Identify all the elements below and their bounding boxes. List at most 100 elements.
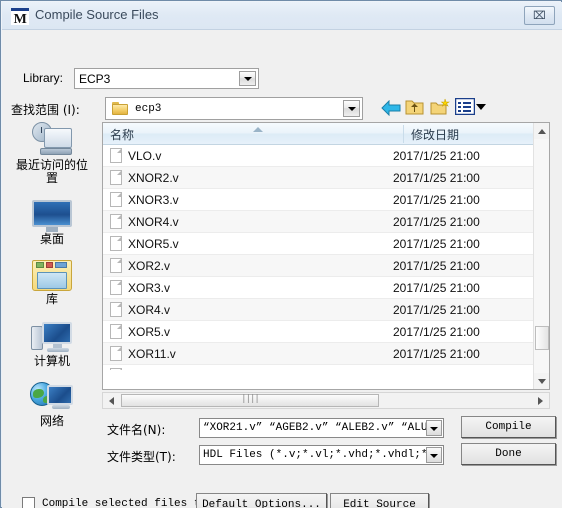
library-select[interactable]: ECP3 — [74, 68, 259, 89]
done-button[interactable]: Done — [461, 443, 556, 465]
file-row[interactable]: XOR5.v 2017/1/25 21:00 — [103, 321, 534, 343]
chevron-down-icon[interactable] — [343, 100, 360, 117]
file-icon — [110, 280, 122, 295]
file-icon — [110, 170, 122, 185]
file-row[interactable]: VLO.v 2017/1/25 21:00 — [103, 145, 534, 167]
file-name: XOR3.v — [128, 280, 171, 295]
file-name: XOR21.v — [128, 369, 393, 371]
file-name: XOR5.v — [128, 324, 171, 339]
file-icon — [110, 236, 122, 251]
file-name: XOR4.v — [128, 302, 171, 317]
default-options-button[interactable]: Default Options... — [196, 493, 327, 508]
file-list-horizontal-scrollbar[interactable] — [102, 392, 550, 409]
filename-input[interactable]: “XOR21.v” “AGEB2.v” “ALEB2.v” “ALU24A. — [199, 418, 444, 438]
file-row[interactable]: XOR3.v 2017/1/25 21:00 — [103, 277, 534, 299]
new-folder-icon[interactable] — [430, 98, 451, 116]
file-icon — [110, 302, 122, 317]
title-bar: M Compile Source Files ⌧ — [2, 2, 562, 30]
file-name: XOR11.v — [128, 346, 176, 361]
file-icon — [110, 346, 122, 361]
up-folder-icon[interactable] — [405, 98, 424, 116]
scroll-right-icon[interactable] — [533, 393, 549, 408]
file-date: 2017/1/25 21:00 — [393, 236, 480, 251]
file-row[interactable]: XNOR4.v 2017/1/25 21:00 — [103, 211, 534, 233]
file-name: XNOR5.v — [128, 236, 179, 251]
compile-button[interactable]: Compile — [461, 416, 556, 438]
horizontal-scroll-thumb[interactable] — [121, 394, 379, 407]
file-icon — [110, 148, 122, 163]
close-button[interactable]: ⌧ — [524, 6, 555, 25]
place-label-2: 置 — [45, 171, 58, 185]
chevron-down-icon[interactable] — [426, 447, 442, 463]
lookin-select-value: ecp3 — [135, 102, 162, 115]
file-list-rows: VLO.v 2017/1/25 21:00 XNOR2.v 2017/1/25 21:… — [103, 145, 534, 370]
lookin-select-value-wrap: ecp3 — [106, 102, 343, 115]
views-list-svg — [454, 97, 476, 116]
back-arrow-icon[interactable] — [381, 99, 401, 117]
column-header-date[interactable]: 修改日期 — [411, 126, 459, 143]
file-date: 2017/1/25 21:00 — [393, 324, 480, 339]
checkbox-box[interactable] — [22, 497, 35, 508]
file-icon — [110, 192, 122, 207]
column-divider — [403, 125, 404, 143]
place-label: 库 — [45, 292, 58, 306]
filetype-label: 文件类型(T): — [107, 450, 176, 464]
edit-source-button[interactable]: Edit Source — [330, 493, 429, 508]
file-icon — [110, 214, 122, 229]
lookin-select[interactable]: ecp3 — [105, 97, 363, 120]
file-icon — [110, 258, 122, 273]
file-row[interactable]: XOR2.v 2017/1/25 21:00 — [103, 255, 534, 277]
file-row[interactable]: XOR4.v 2017/1/25 21:00 — [103, 299, 534, 321]
screenshot-root: M Compile Source Files ⌧ Library: ECP3 查… — [0, 0, 562, 508]
scroll-down-icon[interactable] — [534, 373, 549, 389]
file-date: 2017/1/25 21:00 — [393, 280, 480, 295]
place-label: 计算机 — [33, 354, 70, 368]
file-row[interactable]: XNOR5.v 2017/1/25 21:00 — [103, 233, 534, 255]
place-label: 桌面 — [39, 232, 64, 246]
file-name: XOR2.v — [128, 258, 171, 273]
window-title: Compile Source Files — [35, 7, 159, 22]
scroll-left-icon[interactable] — [103, 393, 119, 408]
views-list-icon[interactable] — [454, 97, 476, 116]
desktop-icon — [32, 200, 72, 232]
chevron-down-icon[interactable] — [239, 71, 256, 86]
file-name: XNOR4.v — [128, 214, 179, 229]
file-list[interactable]: 名称 修改日期 VLO.v 2017/1/25 21:00 XNOR2.v 2017/… — [102, 122, 550, 390]
file-date: 2017/1/25 21:00 — [393, 302, 480, 317]
places-bar: 最近访问的位 置 桌面 库 计算机 网络 — [8, 122, 96, 428]
new-folder-svg — [430, 98, 451, 115]
filetype-select[interactable]: HDL Files (*.v;*.vl;*.vhd;*.vhdl;*.vh — [199, 445, 444, 465]
place-network[interactable]: 网络 — [8, 380, 96, 428]
file-row[interactable]: XOR11.v 2017/1/25 21:00 — [103, 343, 534, 365]
place-label: 网络 — [39, 414, 64, 428]
modelsim-logo-icon: M — [11, 8, 29, 27]
file-date: 2017/1/25 21:00 — [393, 192, 480, 207]
close-icon: ⌧ — [533, 9, 546, 22]
file-name: XNOR3.v — [128, 192, 179, 207]
scroll-up-icon[interactable] — [534, 123, 549, 139]
file-row[interactable]: XNOR3.v 2017/1/25 21:00 — [103, 189, 534, 211]
dialog-body: Library: ECP3 查找范围 (I): ecp3 最近访问的位 置 桌面… — [2, 30, 562, 508]
file-list-vertical-scrollbar[interactable] — [533, 123, 549, 389]
file-date: 2017/1/25 21:00 — [393, 148, 480, 163]
place-computer[interactable]: 计算机 — [8, 320, 96, 368]
column-header-name[interactable]: 名称 — [110, 126, 134, 143]
file-list-header: 名称 修改日期 — [103, 123, 549, 145]
back-arrow-svg — [381, 99, 401, 117]
filetype-select-value: HDL Files (*.v;*.vl;*.vhd;*.vhdl;*.vh — [203, 449, 426, 461]
file-date: 2017/1/25 21:00 — [393, 369, 480, 371]
file-icon — [110, 324, 122, 339]
lookin-label: 查找范围 (I): — [11, 103, 80, 117]
file-row[interactable]: XNOR2.v 2017/1/25 21:00 — [103, 167, 534, 189]
file-row[interactable]: XOR21.v2017/1/25 21:00 — [103, 365, 534, 370]
computer-icon — [31, 320, 73, 354]
file-name: VLO.v — [128, 148, 162, 163]
views-chevron-down-icon[interactable] — [476, 104, 486, 110]
place-desktop[interactable]: 桌面 — [8, 200, 96, 246]
vertical-scroll-thumb[interactable] — [535, 326, 549, 350]
chevron-down-icon[interactable] — [426, 420, 442, 436]
place-libraries[interactable]: 库 — [8, 260, 96, 306]
place-recent-locations[interactable]: 最近访问的位 置 — [8, 122, 96, 185]
filename-input-value: “XOR21.v” “AGEB2.v” “ALEB2.v” “ALU24A. — [203, 422, 426, 434]
library-label: Library: — [23, 71, 64, 85]
